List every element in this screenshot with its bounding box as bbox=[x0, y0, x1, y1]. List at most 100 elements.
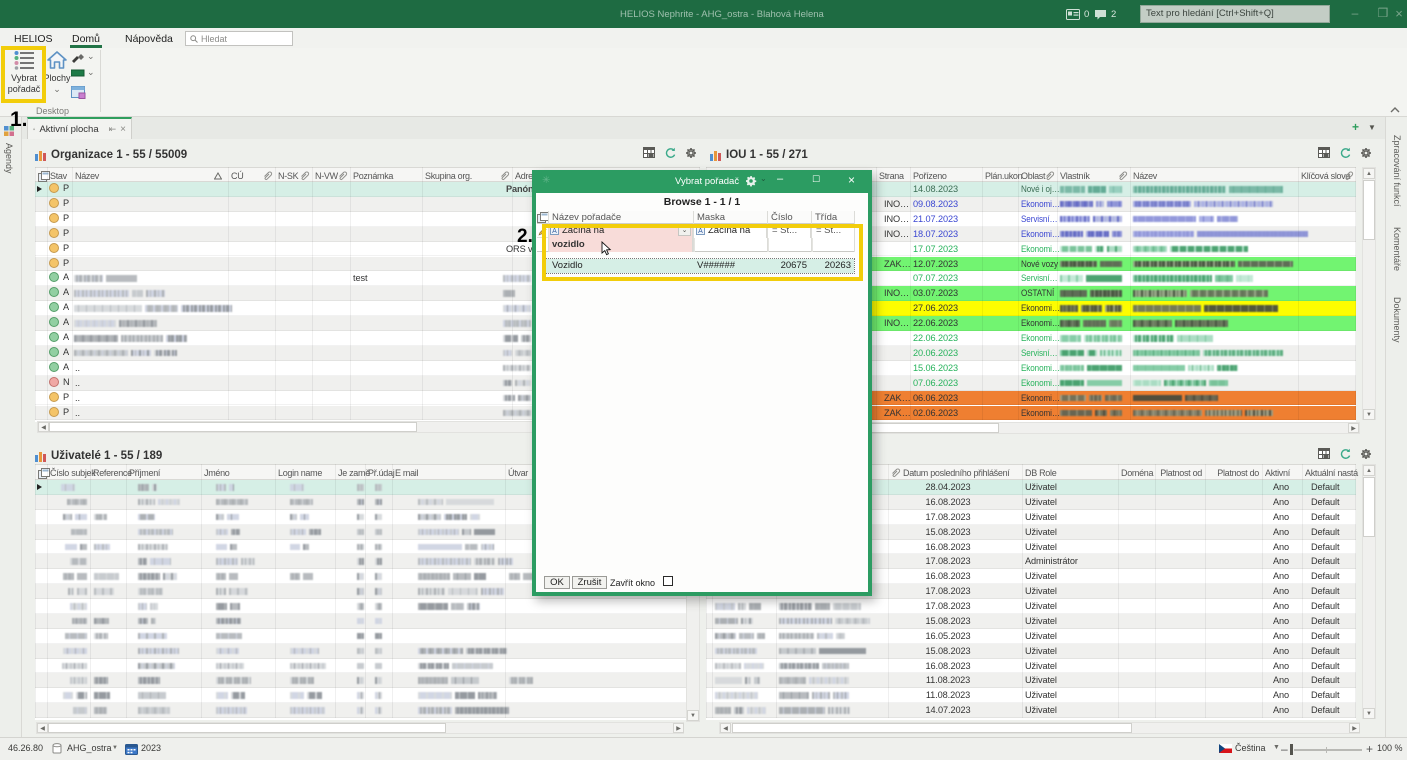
column-header-planukon[interactable]: Plán.ukon bbox=[985, 171, 1015, 181]
zoom-slider[interactable] bbox=[1294, 749, 1362, 751]
scroll-left-icon[interactable]: ◀ bbox=[38, 422, 49, 432]
column-header-plod[interactable]: Platnost od bbox=[1158, 468, 1202, 478]
table-view-icon[interactable] bbox=[1318, 448, 1330, 459]
column-header-aktivni[interactable]: Aktivní bbox=[1265, 468, 1299, 478]
quick-style-button[interactable]: ⌄ bbox=[71, 53, 85, 66]
close-window-checkbox[interactable] bbox=[663, 576, 673, 586]
column-header-vlastnik[interactable]: Vlastník bbox=[1060, 171, 1115, 181]
iou-vscrollbar[interactable]: ▲▼ bbox=[1362, 167, 1376, 420]
column-header-nsk[interactable]: N-SK bbox=[278, 171, 297, 181]
table-row[interactable]: 11.08.2023UživatelAnoDefault bbox=[706, 673, 1356, 688]
dialog-minimize-icon[interactable]: – bbox=[777, 173, 783, 185]
column-header-nvw[interactable]: N-VW bbox=[315, 171, 335, 181]
scroll-right-icon[interactable]: ▶ bbox=[1349, 723, 1360, 733]
column-header-oblast[interactable]: Oblast bbox=[1021, 171, 1042, 181]
tab-list-icon[interactable]: ▼ bbox=[1368, 123, 1376, 132]
gear-icon[interactable] bbox=[685, 147, 697, 159]
table-row[interactable]: 14.07.2023UživatelAnoDefault bbox=[706, 703, 1356, 718]
menu-item-1[interactable]: HELIOS bbox=[14, 33, 53, 45]
global-search-input[interactable]: Text pro hledání [Ctrl+Shift+Q] bbox=[1140, 5, 1330, 23]
table-row[interactable] bbox=[35, 614, 700, 629]
table-view-icon[interactable] bbox=[1318, 147, 1330, 158]
gear-icon[interactable] bbox=[745, 175, 757, 187]
table-row[interactable] bbox=[35, 599, 700, 614]
collapse-ribbon-icon[interactable] bbox=[1390, 107, 1400, 113]
column-header-skup[interactable]: Skupina org. bbox=[425, 171, 497, 181]
scroll-thumb[interactable] bbox=[1363, 477, 1375, 537]
column-header-nast[interactable]: Aktuální nastá bbox=[1305, 468, 1353, 478]
close-tab-icon[interactable]: × bbox=[120, 124, 126, 135]
menu-item-2[interactable]: Domů bbox=[72, 33, 100, 45]
refresh-icon[interactable] bbox=[1339, 147, 1351, 158]
column-header-pr[interactable]: Př.údaj bbox=[368, 468, 389, 478]
chevron-down-icon[interactable]: ▼ bbox=[112, 745, 118, 751]
scroll-left-icon[interactable]: ◀ bbox=[720, 723, 731, 733]
zoom-out-icon[interactable]: – bbox=[1281, 742, 1288, 756]
table-row[interactable]: 16.08.2023UživatelAnoDefault bbox=[706, 659, 1356, 674]
messages-badge[interactable]: 2 bbox=[1094, 7, 1116, 21]
dialog-column-header-nazev[interactable]: Název pořadače bbox=[552, 212, 691, 223]
new-tab-icon[interactable]: + bbox=[1352, 121, 1359, 133]
table-row[interactable] bbox=[35, 659, 700, 674]
menu-item-3[interactable]: Nápověda bbox=[125, 33, 173, 45]
close-button[interactable]: × bbox=[1390, 6, 1407, 22]
scroll-up-icon[interactable]: ▲ bbox=[1363, 168, 1375, 179]
prihlaseni-hscrollbar[interactable]: ◀▶ bbox=[719, 722, 1360, 734]
refresh-icon[interactable] bbox=[1339, 448, 1351, 459]
database-label[interactable]: AHG_ostra bbox=[67, 743, 112, 753]
tab-aktivni-plocha[interactable]: Aktivní plocha ⇤ × bbox=[27, 117, 132, 139]
column-header-strana[interactable]: Strana bbox=[879, 171, 907, 181]
scroll-right-icon[interactable]: ▶ bbox=[673, 723, 684, 733]
ok-button[interactable]: OK bbox=[544, 576, 570, 589]
prihlaseni-vscrollbar[interactable]: ▲▼ bbox=[1362, 464, 1376, 719]
scroll-down-icon[interactable]: ▼ bbox=[687, 710, 699, 721]
scroll-left-icon[interactable]: ◀ bbox=[37, 723, 48, 733]
column-header-cu[interactable]: CÚ bbox=[231, 171, 260, 181]
table-view-icon[interactable] bbox=[643, 147, 655, 158]
scroll-thumb[interactable] bbox=[49, 422, 417, 432]
scroll-right-icon[interactable]: ▶ bbox=[1348, 423, 1359, 433]
table-row[interactable]: 16.05.2023UživatelAnoDefault bbox=[706, 629, 1356, 644]
column-header-klic[interactable]: Klíčová slova bbox=[1301, 171, 1341, 181]
uzivatele-hscrollbar[interactable]: ◀▶ bbox=[36, 722, 684, 734]
language-label[interactable]: Čeština bbox=[1235, 743, 1266, 753]
scroll-up-icon[interactable]: ▲ bbox=[1363, 465, 1375, 476]
dialog-column-header-trida[interactable]: Třída bbox=[815, 212, 852, 223]
column-header-cislo[interactable]: Číslo subjek bbox=[50, 468, 87, 478]
column-header-email[interactable]: E mail bbox=[395, 468, 502, 478]
scroll-thumb[interactable] bbox=[1363, 180, 1375, 240]
table-row[interactable] bbox=[35, 629, 700, 644]
dialog-title-bar[interactable]: ✳ Vybrat pořadač ⌄ – ☐ × bbox=[532, 170, 872, 193]
ribbon-search[interactable]: Hledat bbox=[185, 31, 293, 46]
column-header-role[interactable]: DB Role bbox=[1025, 468, 1115, 478]
table-row[interactable] bbox=[35, 703, 700, 718]
column-header-prijmeni[interactable]: Příjmení bbox=[129, 468, 198, 478]
zoom-slider-thumb[interactable] bbox=[1290, 744, 1293, 755]
window-layout-button[interactable] bbox=[71, 86, 86, 102]
chevron-down-icon[interactable]: ⌄ bbox=[760, 174, 767, 183]
table-row[interactable]: 11.08.2023UživatelAnoDefault bbox=[706, 688, 1356, 703]
table-row[interactable] bbox=[35, 644, 700, 659]
scroll-down-icon[interactable]: ▼ bbox=[1363, 708, 1375, 719]
scroll-thumb[interactable] bbox=[732, 723, 1132, 733]
column-header-nazev[interactable]: Název bbox=[75, 171, 225, 181]
table-row[interactable] bbox=[35, 673, 700, 688]
gear-icon[interactable] bbox=[1360, 448, 1372, 460]
dialog-column-header-maska[interactable]: Maska bbox=[697, 212, 765, 223]
zoom-in-icon[interactable]: + bbox=[1366, 742, 1373, 756]
column-header-pozn[interactable]: Poznámka bbox=[353, 171, 419, 181]
cancel-button[interactable]: Zrušit bbox=[572, 576, 607, 589]
table-row[interactable]: 17.08.2023UživatelAnoDefault bbox=[706, 599, 1356, 614]
dialog-close-icon[interactable]: × bbox=[848, 173, 855, 187]
refresh-icon[interactable] bbox=[664, 147, 676, 158]
column-header-je[interactable]: Je zamě bbox=[338, 468, 362, 478]
notifications-badge[interactable]: 0 bbox=[1066, 7, 1089, 21]
chevron-down-icon[interactable]: ▼ bbox=[1273, 744, 1280, 751]
minimize-button[interactable]: – bbox=[1346, 6, 1364, 22]
gear-icon[interactable] bbox=[1360, 147, 1372, 159]
pin-tab-icon[interactable]: ⇤ bbox=[109, 124, 117, 135]
border-color-button[interactable]: ⌄ bbox=[71, 69, 85, 80]
table-row[interactable] bbox=[35, 688, 700, 703]
column-header-jmeno[interactable]: Jméno bbox=[204, 468, 272, 478]
column-header-domena[interactable]: Doména bbox=[1121, 468, 1152, 478]
